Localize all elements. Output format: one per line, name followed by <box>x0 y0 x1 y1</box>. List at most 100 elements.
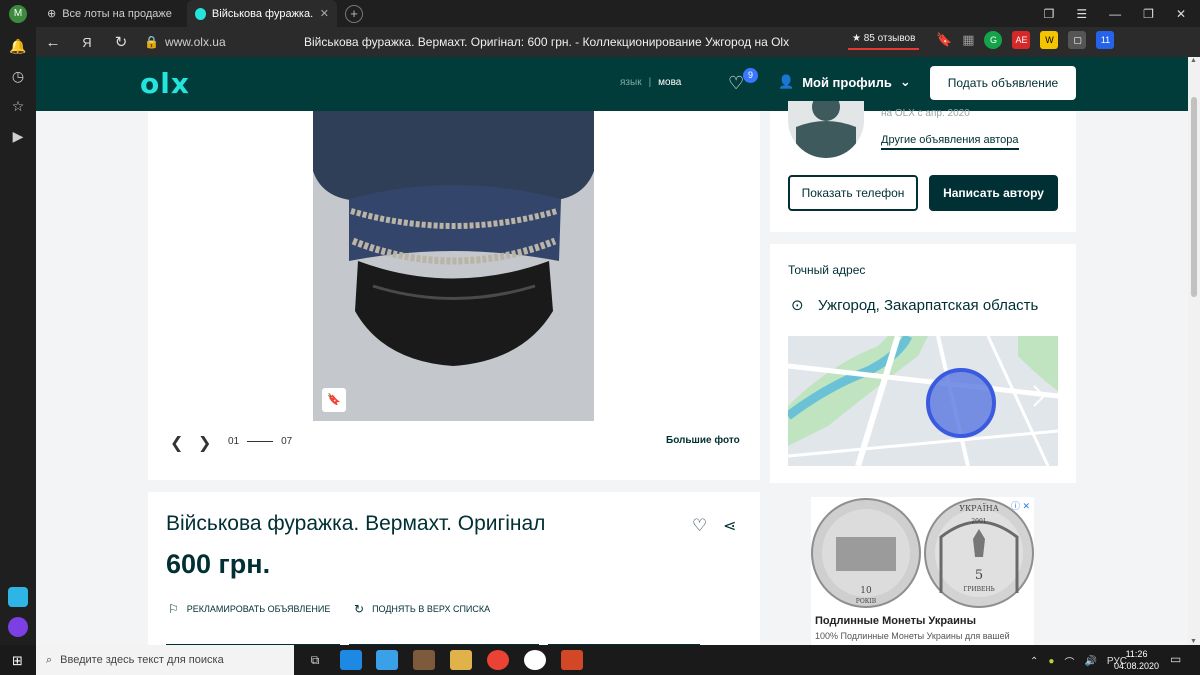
powerpoint-icon[interactable] <box>561 650 583 670</box>
new-tab-button[interactable]: + <box>345 4 363 23</box>
bookmark-icon: ⚐ <box>168 602 179 616</box>
bookmark-icon[interactable]: 🔖 <box>936 32 952 48</box>
chevron-right-icon[interactable]: ❯ <box>198 433 211 453</box>
promote-ad-link[interactable]: ⚐ РЕКЛАМИРОВАТЬ ОБЪЯВЛЕНИЕ <box>168 602 330 616</box>
grid-icon[interactable]: ▦ <box>962 32 974 48</box>
extensions-bar: 🔖 ▦ G AE W ▢ 11 <box>936 31 1115 49</box>
seller-card: на OLX с апр. 2020 Другие объявления авт… <box>770 101 1076 232</box>
seller-avatar <box>788 101 864 158</box>
photo-counter: 01 07 <box>228 436 292 447</box>
other-ads-link[interactable]: Другие объявления автора <box>881 134 1019 150</box>
close-window-icon[interactable]: ✕ <box>1176 7 1186 21</box>
globe-icon: ⊕ <box>47 8 57 20</box>
ad-subtitle: 100% Подлинные Монеты Украины для вашей <box>815 631 1010 641</box>
yandex-icon[interactable]: Я <box>70 35 104 50</box>
coin-right-value: 5 <box>975 568 983 583</box>
close-tab-icon[interactable]: ✕ <box>320 7 329 20</box>
photo-gallery: 🔖 ❮ ❯ 01 07 Большие фото <box>148 111 760 480</box>
volume-icon[interactable]: 🔊 <box>1084 656 1096 667</box>
clock[interactable]: 11:26 04.08.2020 <box>1114 648 1159 672</box>
messenger-app-icon[interactable] <box>8 587 28 607</box>
store-icon[interactable] <box>376 650 398 670</box>
coins-image: 10 РОКІВ УКРАЇНА 2001 5 ГРИВЕНЬ <box>811 497 1034 609</box>
ad-choices-icon[interactable]: ⓘ ✕ <box>1011 499 1030 512</box>
url-field[interactable]: 🔒 www.olx.ua <box>144 35 226 49</box>
post-ad-button[interactable]: Подать объявление <box>930 66 1076 100</box>
share-icon[interactable]: ⋖ <box>723 516 736 536</box>
mail-icon[interactable] <box>340 650 362 670</box>
raise-ad-link[interactable]: ↻ ПОДНЯТЬ В ВЕРХ СПИСКА <box>354 602 490 616</box>
ad-banner[interactable]: 10 РОКІВ УКРАЇНА 2001 5 ГРИВЕНЬ ⓘ ✕ Подл… <box>811 497 1034 645</box>
coin-right-year: 2001 <box>971 518 986 525</box>
download-icon[interactable]: 11 <box>1096 31 1115 49</box>
bell-icon[interactable]: 🔔 <box>9 37 27 55</box>
heart-icon[interactable]: ♡ <box>692 516 707 536</box>
alice-icon[interactable] <box>8 617 28 637</box>
browser-profile-avatar[interactable]: М <box>9 4 27 23</box>
refresh-icon: ↻ <box>354 602 365 616</box>
security-icon[interactable]: ● <box>1048 656 1054 667</box>
site-header: olx язык | мова ♡ 9 👤 Мой профиль ⌄ Подать… <box>36 57 1188 111</box>
favorites-heart-icon[interactable]: ♡ <box>728 73 744 94</box>
ae-extension-icon[interactable]: AE <box>1012 31 1031 49</box>
scroll-down-icon[interactable]: ▼ <box>1190 638 1197 645</box>
windows-start-icon[interactable]: ⊞ <box>12 653 23 669</box>
olx-logo[interactable]: olx <box>140 67 190 100</box>
folder-icon[interactable] <box>450 650 472 670</box>
chevron-left-icon[interactable]: ❮ <box>170 433 183 453</box>
w-extension-icon[interactable]: W <box>1040 31 1059 49</box>
play-icon[interactable]: ▶ <box>9 127 27 145</box>
lang-ru-link[interactable]: язык <box>620 77 642 88</box>
seller-since: на OLX с апр. 2020 <box>881 108 970 119</box>
browser-tab-active[interactable]: Військова фуражка. Вер ✕ <box>187 0 337 27</box>
history-icon[interactable]: ◷ <box>9 67 27 85</box>
chevron-up-icon[interactable]: ⌃ <box>1030 656 1038 667</box>
profile-menu[interactable]: 👤 Мой профиль ⌄ <box>778 74 911 90</box>
listing-info-card: Військова фуражка. Вермахт. Оригінал 600… <box>148 492 760 645</box>
show-phone-button[interactable]: Показать телефон <box>788 175 918 211</box>
extension-icon[interactable]: ▢ <box>1068 31 1087 49</box>
page-scrollbar[interactable]: ▲ ▼ <box>1188 57 1200 645</box>
listing-title: Військова фуражка. Вермахт. Оригінал <box>166 512 546 535</box>
back-icon[interactable]: ← <box>36 34 70 51</box>
minimize-icon[interactable]: — <box>1109 7 1121 21</box>
listing-photo[interactable] <box>313 111 594 421</box>
bookmark-icon[interactable]: 🔖 <box>322 388 346 412</box>
location-map[interactable] <box>788 336 1058 466</box>
grammarly-icon[interactable]: G <box>984 31 1003 49</box>
address-heading: Точный адрес <box>788 263 866 277</box>
lang-ua-link[interactable]: мова <box>658 77 681 88</box>
chrome-icon[interactable] <box>487 650 509 670</box>
language-switch: язык | мова <box>620 77 681 88</box>
browser-sidebar: 🔔 ◷ ☆ ▶ <box>0 27 36 645</box>
clock-date: 04.08.2020 <box>1114 661 1160 671</box>
star-icon[interactable]: ☆ <box>9 97 27 115</box>
lock-icon: 🔒 <box>144 35 159 49</box>
olx-favicon-icon <box>195 7 206 20</box>
write-author-button[interactable]: Написать автору <box>929 175 1058 211</box>
reviews-badge[interactable]: ★ 85 отзывов <box>848 33 920 50</box>
favorites-count-badge: 9 <box>743 68 758 83</box>
menu-icon[interactable]: ☰ <box>1076 7 1087 21</box>
scrollbar-thumb[interactable] <box>1191 97 1197 297</box>
reload-icon[interactable]: ↻ <box>104 33 138 51</box>
chevron-down-icon: ⌄ <box>899 74 911 89</box>
app-icon[interactable] <box>413 650 435 670</box>
yandex-browser-icon[interactable] <box>524 650 546 670</box>
notifications-icon[interactable]: ▭ <box>1170 652 1181 666</box>
scroll-up-icon[interactable]: ▲ <box>1190 57 1197 64</box>
user-icon: 👤 <box>778 74 795 89</box>
bigger-photo-link[interactable]: Большие фото <box>666 435 740 446</box>
network-icon[interactable]: ⌒ <box>1064 654 1074 669</box>
search-icon: ⌕ <box>46 653 53 666</box>
url-text: www.olx.ua <box>164 35 226 49</box>
collections-icon[interactable]: ❐ <box>1044 7 1055 21</box>
coin-right-country: УКРАЇНА <box>959 504 999 513</box>
browser-tab[interactable]: ⊕ Все лоты на продаже пол <box>39 0 187 27</box>
map-image <box>788 336 1058 466</box>
taskbar-search[interactable]: ⌕ Введите здесь текст для поиска <box>36 645 294 675</box>
restore-icon[interactable]: ❐ <box>1143 7 1154 21</box>
task-view-icon[interactable]: ⧉ <box>304 650 326 670</box>
tab-title: Військова фуражка. Вер <box>211 7 314 20</box>
coin-left-value: 10 <box>860 586 872 596</box>
